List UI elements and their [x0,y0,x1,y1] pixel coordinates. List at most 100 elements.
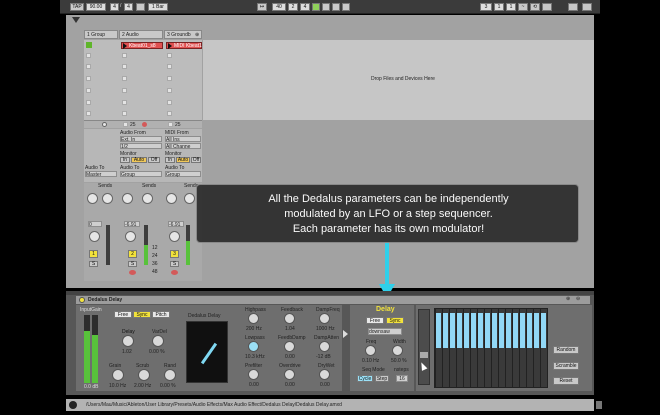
step-bar[interactable] [527,312,532,348]
free-button[interactable]: Free [114,311,132,318]
triangle-icon[interactable] [72,17,80,23]
monitor-off-button[interactable]: Off [148,157,160,163]
dampfreq-knob[interactable] [319,313,330,324]
sync-button[interactable]: Sync [133,311,151,318]
solo-button[interactable]: S [128,261,137,267]
clip-slot[interactable]: MIDI Kbeat1 [166,42,202,49]
dampatten-knob[interactable] [319,341,330,352]
arm-button[interactable] [129,270,136,275]
track-activator-button[interactable]: 1 [89,250,98,258]
pan-knob[interactable] [125,231,136,242]
arm-button[interactable] [171,270,178,275]
pan-knob[interactable] [169,231,180,242]
volume-field[interactable]: -6.91 [168,221,184,228]
drywet-knob[interactable] [319,369,330,380]
clip-stop-slot[interactable] [122,88,127,93]
follow-button[interactable]: ↦ [257,3,267,11]
clip-stop-slot[interactable] [167,64,172,69]
overdrive-knob[interactable] [284,369,295,380]
step-bar[interactable] [534,312,539,348]
output-route-select[interactable]: Master [85,171,117,178]
direction-select[interactable]: downsaw [368,328,402,335]
monitor-auto-button[interactable]: Auto [131,157,147,163]
delay-knob[interactable] [122,335,134,347]
input-type-select[interactable]: Ext. In [120,136,162,143]
play-button[interactable] [312,3,320,11]
feedback-knob[interactable] [284,313,295,324]
input-type-select[interactable]: All Ins [165,136,201,143]
loop-start-beat[interactable]: 1 [494,3,504,11]
input-channel-select[interactable]: All Channe [165,143,201,150]
clip-drop-area[interactable]: Drop Files and Devices Here [203,40,594,120]
prefilter-knob[interactable] [248,369,259,380]
send-b-knob[interactable] [142,193,153,204]
modulator-select-arrow-icon[interactable] [343,330,348,338]
status-play-icon[interactable] [69,401,77,409]
scroll-thumb[interactable] [420,352,428,358]
clip-stop-slot[interactable] [167,76,172,81]
solo-button[interactable]: S [89,261,98,267]
output-route-select[interactable]: Group [120,171,162,178]
stop-button[interactable] [322,3,330,11]
nsteps-field[interactable]: 16 [396,375,408,382]
track-header-1[interactable]: 1 Group [84,30,118,39]
vardel-knob[interactable] [152,335,164,347]
device-power-icon[interactable] [79,297,85,303]
cycle-button[interactable]: Cycle [357,375,373,382]
step-bar[interactable] [541,312,546,348]
send-b-knob[interactable] [102,193,113,204]
loop-start-sixteenth[interactable]: 1 [506,3,516,11]
scrub-knob[interactable] [138,369,150,381]
step-bar[interactable] [492,312,497,348]
clip-stop-slot[interactable] [167,100,172,105]
clip-stop-slot[interactable] [86,53,91,58]
step-bar[interactable] [450,312,455,348]
solo-button[interactable]: S [170,261,179,267]
clip-stop-slot[interactable] [167,53,172,58]
step-bar[interactable] [485,312,490,348]
step-bar[interactable] [520,312,525,348]
lowpass-knob[interactable] [248,341,259,352]
position-bar[interactable]: 40 [272,3,286,11]
position-beat[interactable]: 2 [288,3,298,11]
device-settings-icon[interactable]: ⊕ [566,296,570,302]
input-channel-select[interactable]: 1/2 [120,143,162,150]
step-bar[interactable] [443,312,448,348]
feedbdamp-knob[interactable] [284,341,295,352]
grain-knob[interactable] [112,369,124,381]
pan-knob[interactable] [89,231,100,242]
monitor-auto-button[interactable]: Auto [176,157,190,163]
track-header-3[interactable]: 3 Groundb ⊕ [164,30,202,39]
loop-start-bar[interactable]: 3 [480,3,492,11]
step-grid[interactable] [434,308,548,388]
loop-switch[interactable]: ⟲ [530,3,540,11]
mod-sync-button[interactable]: Sync [386,317,404,324]
highpass-knob[interactable] [248,313,259,324]
stop-clips-button[interactable] [123,122,128,127]
clip-stop-slot[interactable] [122,100,127,105]
clip-stop-slot[interactable] [167,88,172,93]
tempo-field[interactable]: 90.00 [86,3,106,11]
reset-button[interactable]: Reset [553,377,579,385]
mod-free-button[interactable]: Free [366,317,384,324]
track-header-2[interactable]: 2 Audio [119,30,163,39]
track-activator-button[interactable]: 3 [170,250,179,258]
quantization-select[interactable]: 1 Bar [148,3,168,11]
sequencer-scroll[interactable] [418,309,430,385]
clip-stop-slot[interactable] [86,88,91,93]
key-map-button[interactable] [568,3,578,11]
freq-knob[interactable] [365,345,376,356]
step-bar[interactable] [464,312,469,348]
clip-stop-slot[interactable] [122,76,127,81]
group-fold-icon[interactable] [102,122,107,127]
step-bar[interactable] [499,312,504,348]
record-arm-icon[interactable] [142,122,147,127]
device-fold-icon[interactable]: ⊖ [576,296,580,302]
clip-launch-button[interactable] [86,42,92,48]
clip-stop-slot[interactable] [86,76,91,81]
volume-field[interactable]: -6.91 [124,221,140,228]
track-activator-button[interactable]: 2 [128,250,137,258]
output-route-select[interactable]: Group [165,171,201,178]
step-bar[interactable] [478,312,483,348]
scramble-button[interactable]: Scramble [553,362,579,370]
